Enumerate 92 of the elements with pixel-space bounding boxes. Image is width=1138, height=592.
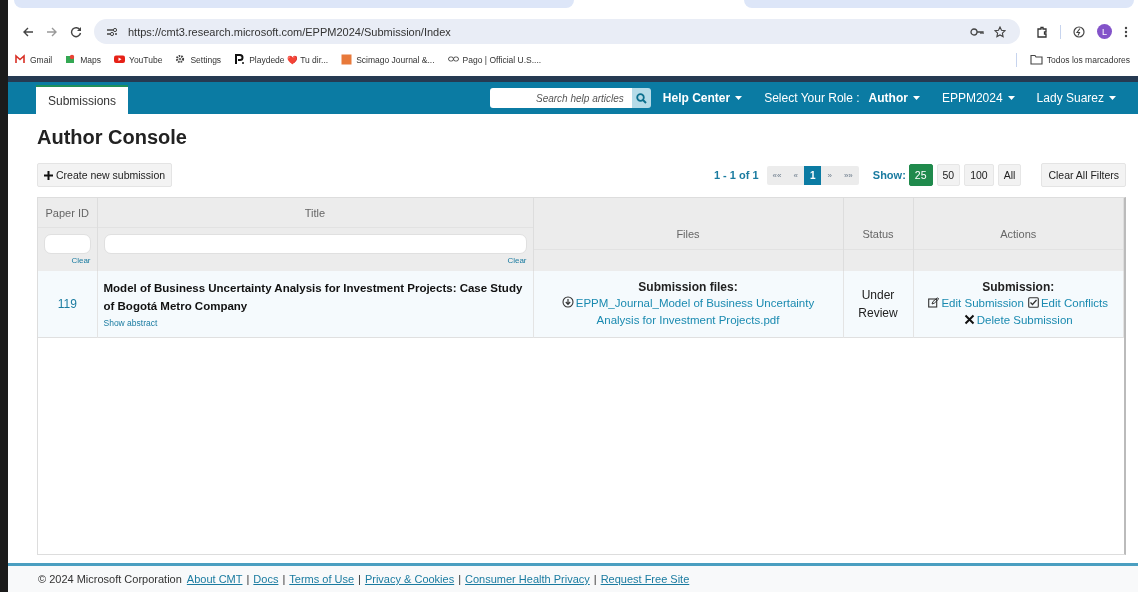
browser-tab[interactable] — [14, 0, 574, 8]
clear-link[interactable]: Clear — [71, 256, 91, 265]
page-summary: 1 - 1 of 1 — [713, 169, 759, 181]
more-icon — [1124, 25, 1128, 38]
page-size-button[interactable]: 25 — [908, 164, 933, 186]
clear-link[interactable]: Clear — [507, 256, 527, 265]
bookmark[interactable]: Settings — [175, 54, 222, 65]
footer-link[interactable]: Terms of Use — [289, 573, 355, 585]
show-abstract-link[interactable]: Show abstract — [103, 317, 158, 328]
nav-menu[interactable]: Lady Suarez — [1036, 91, 1116, 105]
copyright-text: © 2024 Microsoft Corporation — [38, 573, 182, 585]
page-size-button[interactable]: All — [997, 164, 1022, 186]
page-size-button[interactable]: 50 — [936, 164, 961, 186]
action-link[interactable]: Edit Submission — [928, 296, 1024, 309]
search-icon — [635, 92, 647, 104]
page-button[interactable]: «« — [766, 165, 788, 185]
footer-link[interactable]: Consumer Health Privacy — [465, 573, 590, 585]
file-link[interactable]: EPPM_Journal_Model of Business Uncertainty Analysis for Investment Projects.pdf — [539, 294, 837, 329]
star-icon — [994, 25, 1006, 38]
filter-field[interactable] — [103, 234, 527, 254]
all-bookmarks[interactable]: Todos los marcadores — [1029, 54, 1130, 65]
footer-link[interactable]: About CMT — [186, 573, 243, 585]
page-title: Author Console — [37, 126, 188, 149]
caret-icon — [1109, 96, 1116, 100]
action-link[interactable]: Delete Submission — [963, 313, 1073, 326]
p-logo-icon — [234, 54, 246, 65]
nav-menu[interactable]: Author — [868, 91, 920, 105]
address-bar[interactable]: https://cmt3.research.microsoft.com/EPPM2024/Submission/Index — [94, 19, 1020, 44]
files-heading: Submission files: — [637, 278, 739, 295]
column-label: Files — [676, 228, 700, 240]
footer-link[interactable]: Docs — [253, 573, 279, 585]
column-label: Actions — [1000, 228, 1037, 240]
link-icon — [447, 54, 459, 65]
column-label: Paper ID — [45, 206, 89, 219]
clear-filters-button[interactable]: Clear All Filters — [1041, 163, 1126, 187]
page-button[interactable]: « — [787, 165, 804, 185]
edit-icon — [928, 296, 940, 308]
caret-icon — [1007, 96, 1015, 100]
bookmark[interactable]: YouTube — [114, 54, 163, 65]
url-text: https://cmt3.research.microsoft.com/EPPM2024/Submission/Index — [128, 25, 451, 38]
paper-title: Model of Business Uncertainty Analysis for Investment Projects: Case Study of Bogotá Metro Company — [103, 280, 524, 314]
gear-icon — [175, 54, 187, 65]
create-submission-button[interactable]: Create new submission — [37, 163, 173, 187]
page-button[interactable]: » — [821, 165, 838, 185]
back-icon — [22, 25, 34, 38]
separator-text: | — [246, 573, 250, 585]
nav-menu[interactable]: Help Center — [662, 91, 743, 105]
play-icon — [114, 54, 125, 65]
folder-icon — [1029, 54, 1043, 65]
caret-icon — [912, 96, 920, 100]
checkbox-icon — [1027, 296, 1039, 308]
puzzle-icon — [1036, 25, 1048, 38]
action-link[interactable]: Edit Conflicts — [1027, 296, 1109, 309]
page-button[interactable]: 1 — [803, 165, 822, 185]
plus-icon — [44, 170, 53, 180]
bolt-icon — [1073, 25, 1085, 38]
page-button[interactable]: »» — [837, 165, 859, 185]
nav-tab[interactable]: Submissions — [36, 85, 129, 114]
map-pin-icon — [65, 54, 77, 65]
nav-menu[interactable]: EPPM2024 — [941, 91, 1015, 105]
separator-text: | — [358, 573, 361, 585]
reload-icon — [70, 25, 82, 38]
download-icon — [561, 295, 574, 308]
paper-id: 119 — [57, 296, 77, 311]
caret-icon — [735, 96, 743, 100]
page-size-button[interactable]: 100 — [964, 164, 994, 186]
bookmark[interactable]: Maps — [65, 54, 101, 65]
column-label: Status — [862, 228, 894, 240]
bookmark[interactable]: Scimago Journal &... — [341, 54, 435, 65]
show-label: Show: — [872, 169, 906, 181]
separator-text: | — [282, 573, 286, 585]
mail-icon — [15, 54, 26, 65]
x-icon — [963, 313, 975, 325]
footer-link[interactable]: Privacy & Cookies — [364, 573, 455, 585]
key-icon — [970, 26, 984, 37]
column-label: Title — [304, 206, 326, 219]
separator-text: | — [593, 573, 597, 585]
forward-icon — [46, 25, 58, 38]
site-settings-icon — [106, 26, 118, 37]
bookmark[interactable]: Gmail — [15, 54, 53, 65]
profile-avatar[interactable]: L — [1097, 24, 1112, 39]
browser-tab[interactable] — [744, 0, 1134, 8]
search-field[interactable]: Search help articles — [489, 88, 632, 108]
status-text: Under Review — [857, 286, 899, 322]
nav-label: Select Your Role : — [764, 91, 860, 105]
separator-text: | — [458, 573, 462, 585]
footer-link[interactable]: Request Free Site — [600, 573, 690, 585]
actions-heading: Submission: — [981, 278, 1056, 295]
square-logo-icon — [341, 54, 353, 65]
bookmark[interactable]: Playdede ❤ Tu dir... — [234, 54, 329, 65]
bookmark[interactable]: Pago | Official U.S.... — [447, 54, 542, 65]
filter-field[interactable] — [44, 234, 91, 254]
